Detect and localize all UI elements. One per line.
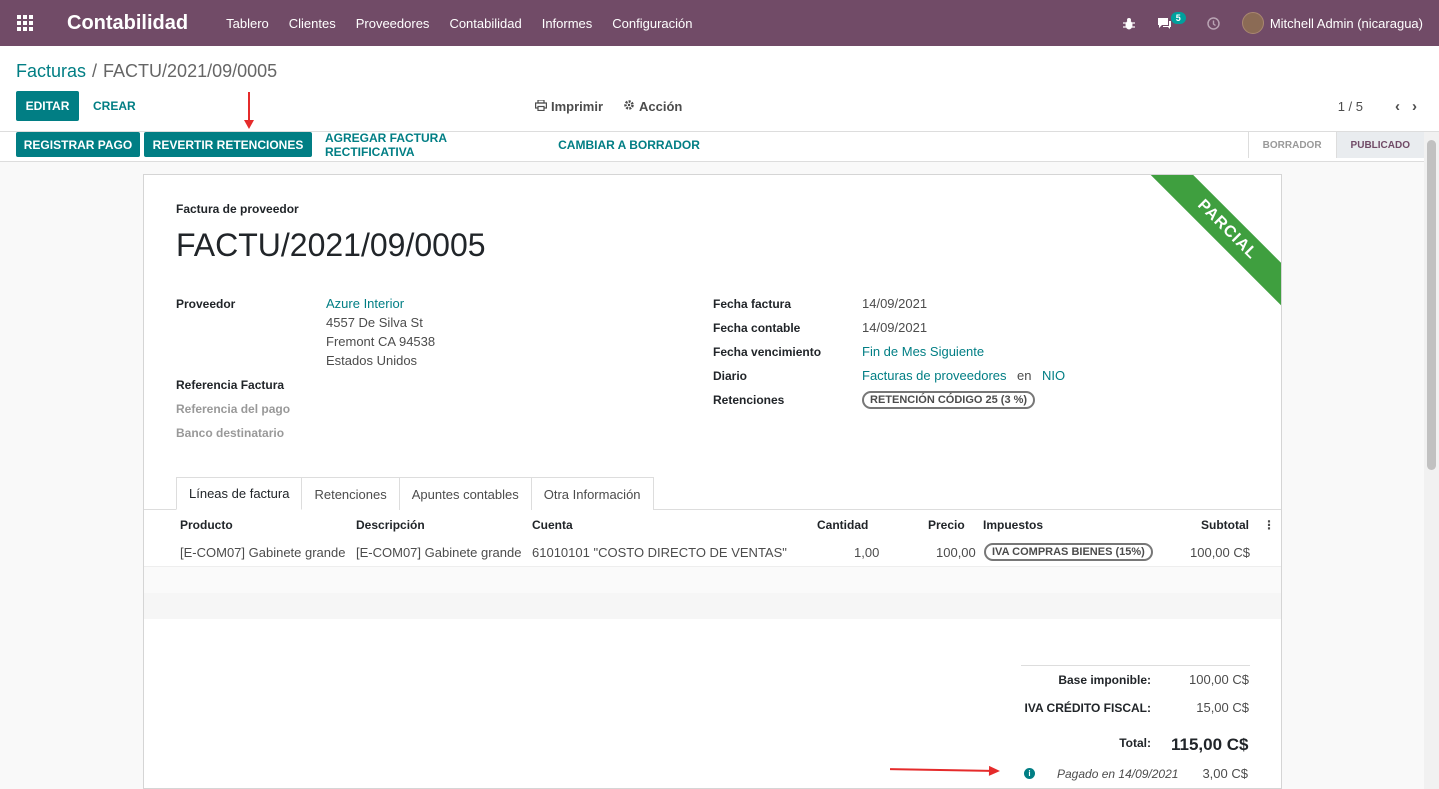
- action-menu[interactable]: Acción: [623, 99, 682, 114]
- annotation-arrow-down: [244, 92, 254, 129]
- vat-credit-value: 15,00 C$: [1196, 700, 1249, 715]
- reset-to-draft-button[interactable]: CAMBIAR A BORRADOR: [558, 132, 700, 157]
- column-header-product[interactable]: Producto: [180, 518, 233, 532]
- top-navbar: Contabilidad Tablero Clientes Proveedore…: [0, 0, 1439, 46]
- pager-value[interactable]: 1 / 5: [1338, 99, 1363, 114]
- column-header-account[interactable]: Cuenta: [532, 518, 573, 532]
- vendor-address-line1: 4557 De Silva St: [326, 315, 423, 330]
- row-price: 100,00: [936, 545, 976, 560]
- total-label: Total:: [1119, 736, 1151, 750]
- gear-icon: [623, 99, 635, 114]
- column-header-subtotal[interactable]: Subtotal: [1201, 518, 1249, 532]
- accounting-date-label: Fecha contable: [713, 321, 801, 335]
- register-payment-button[interactable]: REGISTRAR PAGO: [16, 132, 140, 157]
- activity-clock-icon[interactable]: [1206, 15, 1222, 31]
- edit-button[interactable]: EDITAR: [16, 91, 79, 121]
- document-type: Factura de proveedor: [176, 202, 299, 216]
- create-button[interactable]: CREAR: [93, 99, 136, 113]
- pager-previous-icon[interactable]: ‹: [1395, 98, 1400, 115]
- invoice-reference-label: Referencia Factura: [176, 378, 285, 392]
- status-stages: BORRADOR PUBLICADO: [1247, 132, 1424, 158]
- notebook-tabs: Líneas de factura Retenciones Apuntes co…: [176, 477, 654, 510]
- payment-reference-label: Referencia del pago: [176, 402, 291, 416]
- menu-item-informes[interactable]: Informes: [542, 16, 593, 31]
- row-account: 61010101 "COSTO DIRECTO DE VENTAS": [532, 545, 787, 560]
- column-header-price[interactable]: Precio: [928, 518, 965, 532]
- menu-item-tablero[interactable]: Tablero: [226, 16, 269, 31]
- add-credit-note-button[interactable]: AGREGAR FACTURA RECTIFICATIVA: [325, 131, 537, 159]
- totals-divider: [1021, 665, 1250, 666]
- breadcrumb-facturas[interactable]: Facturas: [16, 61, 86, 81]
- apps-menu-icon[interactable]: [0, 0, 50, 46]
- messages-count-badge: 5: [1170, 12, 1186, 24]
- column-header-quantity[interactable]: Cantidad: [817, 518, 868, 532]
- menu-item-clientes[interactable]: Clientes: [289, 16, 336, 31]
- row-tax-tag: IVA COMPRAS BIENES (15%): [984, 543, 1153, 561]
- journal-link[interactable]: Facturas de proveedores: [862, 368, 1007, 383]
- withholding-tag[interactable]: RETENCIÓN CÓDIGO 25 (3 %): [862, 391, 1036, 409]
- table-empty-row: [144, 567, 1281, 593]
- row-subtotal: 100,00 C$: [1190, 545, 1250, 560]
- column-header-description[interactable]: Descripción: [356, 518, 425, 532]
- tab-journal-items[interactable]: Apuntes contables: [398, 477, 532, 510]
- tab-invoice-lines[interactable]: Líneas de factura: [176, 477, 303, 510]
- menu-item-proveedores[interactable]: Proveedores: [356, 16, 430, 31]
- vendor-address-line2: Fremont CA 94538: [326, 334, 436, 349]
- vendor-label: Proveedor: [176, 297, 236, 311]
- column-header-taxes[interactable]: Impuestos: [983, 518, 1043, 532]
- breadcrumb-separator: /: [92, 61, 98, 81]
- payment-info-icon[interactable]: i: [1024, 768, 1035, 779]
- row-description: [E-COM07] Gabinete grande: [356, 545, 522, 560]
- pager: 1 / 5 ‹ ›: [1338, 98, 1417, 115]
- paid-amount: 3,00 C$: [1202, 766, 1248, 781]
- menu-item-configuracion[interactable]: Configuración: [612, 16, 692, 31]
- revert-withholdings-button[interactable]: REVERTIR RETENCIONES: [144, 132, 312, 157]
- invoice-date-value: 14/09/2021: [862, 296, 928, 311]
- breadcrumb: Facturas / FACTU/2021/09/0005: [16, 61, 277, 82]
- accounting-date-value: 14/09/2021: [862, 320, 928, 335]
- stage-draft: BORRADOR: [1247, 132, 1336, 158]
- scrollbar-thumb[interactable]: [1427, 140, 1436, 470]
- breadcrumb-current: FACTU/2021/09/0005: [103, 61, 278, 81]
- vat-credit-label: IVA CRÉDITO FISCAL:: [1024, 701, 1151, 715]
- stage-posted: PUBLICADO: [1335, 132, 1424, 158]
- vendor-address-line3: Estados Unidos: [326, 353, 418, 368]
- currency-link[interactable]: NIO: [1042, 368, 1065, 383]
- tax-base-label: Base imponible:: [1058, 673, 1151, 687]
- invoice-sheet: PARCIAL Factura de proveedor FACTU/2021/…: [143, 174, 1282, 789]
- print-menu[interactable]: Imprimir: [535, 98, 604, 114]
- table-empty-row: [144, 593, 1281, 619]
- total-value: 115,00 C$: [1171, 735, 1249, 754]
- debug-bug-icon[interactable]: [1121, 15, 1137, 31]
- action-menus: Imprimir Acción: [535, 98, 702, 114]
- row-quantity: 1,00: [854, 545, 880, 560]
- main-menu: Tablero Clientes Proveedores Contabilida…: [226, 16, 712, 31]
- withholdings-label: Retenciones: [713, 393, 785, 407]
- payment-terms-link[interactable]: Fin de Mes Siguiente: [862, 344, 984, 359]
- user-menu[interactable]: Mitchell Admin (nicaragua): [1270, 16, 1423, 31]
- pager-next-icon[interactable]: ›: [1412, 98, 1417, 115]
- print-label: Imprimir: [551, 99, 604, 114]
- tab-other-info[interactable]: Otra Información: [530, 477, 654, 510]
- optional-columns-menu-icon[interactable]: ⋮: [1263, 518, 1275, 532]
- action-label: Acción: [639, 99, 683, 114]
- due-date-label: Fecha vencimiento: [713, 345, 822, 359]
- document-number: FACTU/2021/09/0005: [176, 227, 486, 263]
- row-product: [E-COM07] Gabinete grande: [180, 545, 346, 560]
- status-bar: REGISTRAR PAGO REVERTIR RETENCIONES AGRE…: [0, 131, 1424, 162]
- app-brand[interactable]: Contabilidad: [67, 12, 188, 35]
- vendor-name-link[interactable]: Azure Interior: [326, 296, 404, 311]
- tab-withholdings[interactable]: Retenciones: [301, 477, 400, 510]
- journal-in-text: en: [1017, 368, 1032, 383]
- printer-icon: [535, 98, 548, 114]
- tax-base-value: 100,00 C$: [1189, 672, 1249, 687]
- control-panel: Facturas / FACTU/2021/09/0005 EDITAR CREAR…: [0, 46, 1439, 132]
- partial-ribbon: PARCIAL: [1145, 175, 1281, 312]
- menu-item-contabilidad[interactable]: Contabilidad: [449, 16, 521, 31]
- invoice-date-label: Fecha factura: [713, 297, 792, 311]
- journal-label: Diario: [713, 369, 748, 383]
- user-avatar[interactable]: [1241, 12, 1264, 34]
- recipient-bank-label: Banco destinatario: [176, 426, 285, 440]
- navbar-systray: 5 Mitchell Admin (nicaragua): [1101, 0, 1423, 46]
